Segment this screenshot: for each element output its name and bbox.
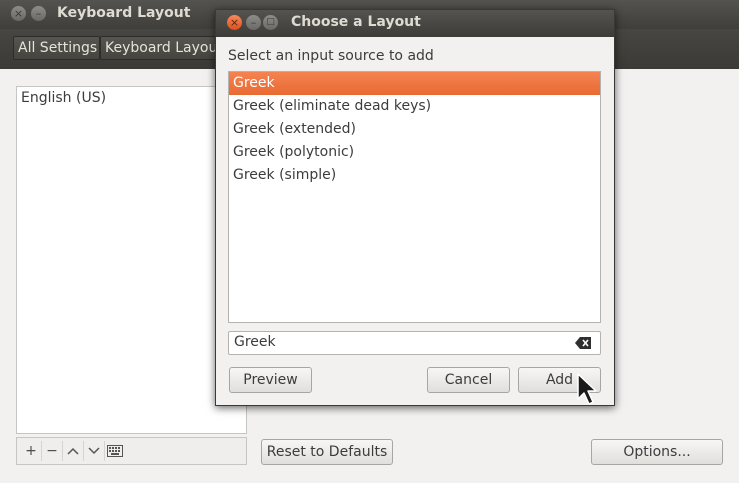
- add-icon[interactable]: +: [21, 441, 42, 461]
- dialog-minimize-button[interactable]: –: [246, 15, 261, 30]
- input-source-toolbar: + −: [16, 437, 247, 465]
- minimize-icon: –: [35, 7, 42, 20]
- dialog-prompt: Select an input source to add: [228, 48, 434, 64]
- layout-list[interactable]: Greek Greek (eliminate dead keys) Greek …: [228, 71, 601, 323]
- layout-row-greek-eliminate-dead-keys[interactable]: Greek (eliminate dead keys): [229, 95, 600, 118]
- move-down-icon[interactable]: [84, 441, 105, 461]
- breadcrumb-all-settings[interactable]: All Settings: [13, 36, 100, 60]
- layout-search-input[interactable]: Greek: [228, 331, 601, 355]
- search-input-value: Greek: [234, 334, 276, 350]
- reset-to-defaults-button[interactable]: Reset to Defaults: [261, 439, 393, 465]
- layout-row-greek-polytonic[interactable]: Greek (polytonic): [229, 141, 600, 164]
- keyboard-icon[interactable]: [105, 441, 125, 461]
- close-icon: ×: [229, 16, 240, 29]
- preview-button[interactable]: Preview: [229, 367, 312, 393]
- layout-row-greek[interactable]: Greek: [229, 72, 600, 95]
- minimize-icon: –: [250, 16, 257, 29]
- cancel-button[interactable]: Cancel: [427, 367, 510, 393]
- breadcrumb-keyboard-layout[interactable]: Keyboard Layout: [100, 36, 220, 60]
- main-window-title: Keyboard Layout: [57, 5, 191, 21]
- input-source-list[interactable]: English (US): [16, 86, 247, 434]
- dialog-title: Choose a Layout: [291, 14, 421, 30]
- clear-icon[interactable]: [575, 337, 592, 349]
- choose-layout-dialog: × – □ Choose a Layout Select an input so…: [215, 9, 615, 406]
- close-icon: ×: [13, 7, 24, 20]
- layout-row-greek-simple[interactable]: Greek (simple): [229, 164, 600, 187]
- main-close-button[interactable]: ×: [11, 6, 26, 21]
- remove-icon[interactable]: −: [42, 441, 63, 461]
- dialog-maximize-button[interactable]: □: [263, 15, 278, 30]
- mouse-pointer-icon: [577, 373, 597, 405]
- move-up-icon[interactable]: [63, 441, 84, 461]
- main-minimize-button[interactable]: –: [31, 6, 46, 21]
- maximize-icon: □: [266, 17, 275, 27]
- input-source-item[interactable]: English (US): [17, 87, 246, 109]
- options-button[interactable]: Options...: [591, 439, 723, 465]
- dialog-close-button[interactable]: ×: [227, 15, 242, 30]
- layout-row-greek-extended[interactable]: Greek (extended): [229, 118, 600, 141]
- dialog-titlebar: × – □ Choose a Layout: [216, 10, 614, 37]
